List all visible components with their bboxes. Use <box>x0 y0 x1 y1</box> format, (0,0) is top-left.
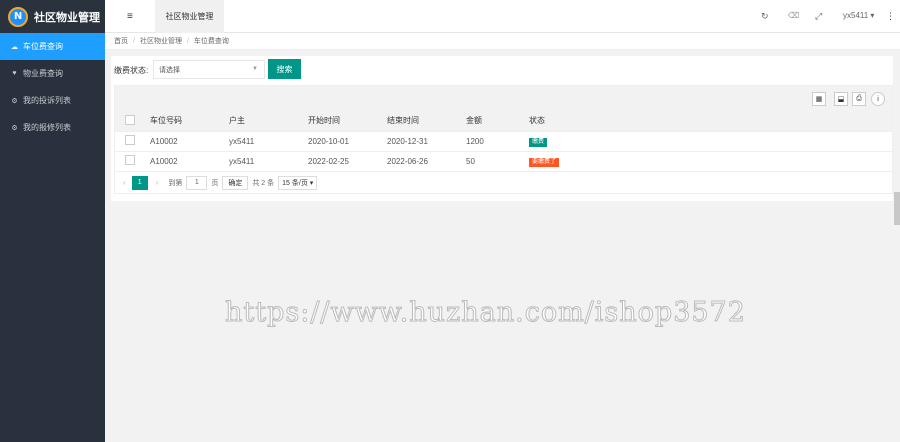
tab-home[interactable]: 社区物业管理 <box>155 0 224 33</box>
logo-icon: N <box>8 6 28 27</box>
sidebar: N 社区物业管理 ☁ 车位费查询 ♥ 物业费查询 ⚙ 我的投诉列表 ⚙ 我的报修… <box>0 0 105 442</box>
col-end[interactable]: 结束时间 <box>377 111 456 132</box>
watermark: https://www.huzhan.com/ishop3572 <box>225 297 746 329</box>
cell-end: 2020-12-31 <box>377 131 456 152</box>
print-icon[interactable]: ⎙ <box>852 92 866 106</box>
col-space[interactable]: 车位号码 <box>140 111 219 132</box>
col-owner[interactable]: 户主 <box>219 111 298 132</box>
row-checkbox[interactable] <box>125 155 135 165</box>
sidebar-item-repairs[interactable]: ⚙ 我的报修列表 <box>0 114 105 141</box>
fullscreen-icon[interactable]: ⤢ <box>815 11 822 22</box>
gear-icon: ⚙ <box>11 97 18 105</box>
col-amount[interactable]: 金额 <box>456 111 519 132</box>
cell-amount: 1200 <box>456 131 519 152</box>
sidebar-item-label: 我的报修列表 <box>23 123 71 132</box>
next-page-icon[interactable]: › <box>156 178 159 187</box>
breadcrumb-home[interactable]: 首页 <box>114 36 128 46</box>
page-1-button[interactable]: 1 <box>131 175 148 190</box>
cell-status: 要缴费了 <box>519 151 892 172</box>
payment-status-label: 缴费状态: <box>114 66 149 75</box>
status-badge: 要缴费了 <box>529 157 560 167</box>
row-checkbox-cell <box>115 131 140 152</box>
select-all-checkbox[interactable] <box>125 114 135 125</box>
sidebar-item-label: 我的投诉列表 <box>23 96 71 105</box>
sidebar-item-complaints[interactable]: ⚙ 我的投诉列表 <box>0 87 105 114</box>
table-toolbar: ▦ ⬓ ⎙ i <box>115 86 892 111</box>
goto-label: 到第 <box>168 179 183 187</box>
table-header-row: 车位号码 户主 开始时间 结束时间 金额 状态 <box>115 111 892 132</box>
sidebar-item-label: 物业费查询 <box>23 69 63 78</box>
select-placeholder: 请选择 <box>159 66 180 74</box>
cell-owner: yx5411 <box>219 151 298 172</box>
export-icon[interactable]: ⬓ <box>834 92 848 106</box>
goto-page-input[interactable]: 1 <box>186 175 208 190</box>
cell-space: A10002 <box>140 151 219 172</box>
chevron-down-icon: ▼ <box>252 66 258 72</box>
scrollbar-handle[interactable] <box>894 192 900 225</box>
data-table: ▦ ⬓ ⎙ i 车位号码 户主 开始时间 结束时间 金额 状态 A10002 y… <box>114 85 893 194</box>
select-all-cell <box>115 111 140 132</box>
breadcrumb-section[interactable]: 社区物业管理 <box>140 36 182 46</box>
app-logo[interactable]: N 社区物业管理 <box>0 0 105 33</box>
table-row[interactable]: A10002 yx5411 2022-02-25 2022-06-26 50 要… <box>115 151 892 172</box>
trash-icon[interactable]: ⌫ <box>788 11 799 20</box>
row-checkbox-cell <box>115 151 140 172</box>
more-icon[interactable]: ⋮ <box>886 11 895 22</box>
info-icon[interactable]: i <box>871 92 885 106</box>
breadcrumb-current: 车位费查询 <box>193 38 229 45</box>
sidebar-item-property-fee[interactable]: ♥ 物业费查询 <box>0 60 105 87</box>
fee-table: 车位号码 户主 开始时间 结束时间 金额 状态 A10002 yx5411 20… <box>115 111 892 172</box>
payment-status-select[interactable]: 请选择 ▼ <box>153 60 265 79</box>
refresh-icon[interactable]: ↻ <box>761 11 769 22</box>
app-name: 社区物业管理 <box>34 11 100 24</box>
status-badge: 缴费 <box>529 137 548 147</box>
goto-confirm-button[interactable]: 确定 <box>222 175 249 190</box>
top-header: ≡ 社区物业管理 ↻ ⌫ ⤢ yx5411 ▾ ⋮ <box>105 0 900 33</box>
cell-end: 2022-06-26 <box>377 151 456 172</box>
heart-icon: ♥ <box>12 70 17 77</box>
page-size-select[interactable]: 15 条/页 ▾ <box>278 175 318 190</box>
content-card: 缴费状态: 请选择 ▼ 搜索 ▦ ⬓ ⎙ i 车位号码 户主 开始时间 结束时间… <box>111 56 893 201</box>
pagination: ‹ 1 › 到第 1 页 确定 共 2 条 15 条/页 ▾ <box>115 172 892 194</box>
table-row[interactable]: A10002 yx5411 2020-10-01 2020-12-31 1200… <box>115 131 892 152</box>
breadcrumb-separator: / <box>186 37 189 45</box>
cloud-icon: ☁ <box>11 43 18 51</box>
cell-start: 2022-02-25 <box>298 151 377 172</box>
search-button[interactable]: 搜索 <box>268 59 301 79</box>
sidebar-item-parking-fee[interactable]: ☁ 车位费查询 <box>0 33 105 60</box>
page-unit-label: 页 <box>211 179 219 187</box>
col-start[interactable]: 开始时间 <box>298 111 377 132</box>
prev-page-icon[interactable]: ‹ <box>123 178 126 187</box>
user-menu[interactable]: yx5411 ▾ <box>843 11 874 20</box>
cell-start: 2020-10-01 <box>298 131 377 152</box>
breadcrumb: 首页 / 社区物业管理 / 车位费查询 <box>105 33 900 50</box>
menu-toggle-icon[interactable]: ≡ <box>127 11 133 22</box>
cell-amount: 50 <box>456 151 519 172</box>
cell-space: A10002 <box>140 131 219 152</box>
columns-icon[interactable]: ▦ <box>812 92 826 106</box>
gear-icon: ⚙ <box>11 124 18 132</box>
cell-status: 缴费 <box>519 131 892 152</box>
cell-owner: yx5411 <box>219 131 298 152</box>
col-status[interactable]: 状态 <box>519 111 892 132</box>
sidebar-item-label: 车位费查询 <box>23 42 63 51</box>
row-checkbox[interactable] <box>125 135 135 145</box>
breadcrumb-separator: / <box>133 37 135 45</box>
total-count: 共 2 条 <box>252 179 275 187</box>
